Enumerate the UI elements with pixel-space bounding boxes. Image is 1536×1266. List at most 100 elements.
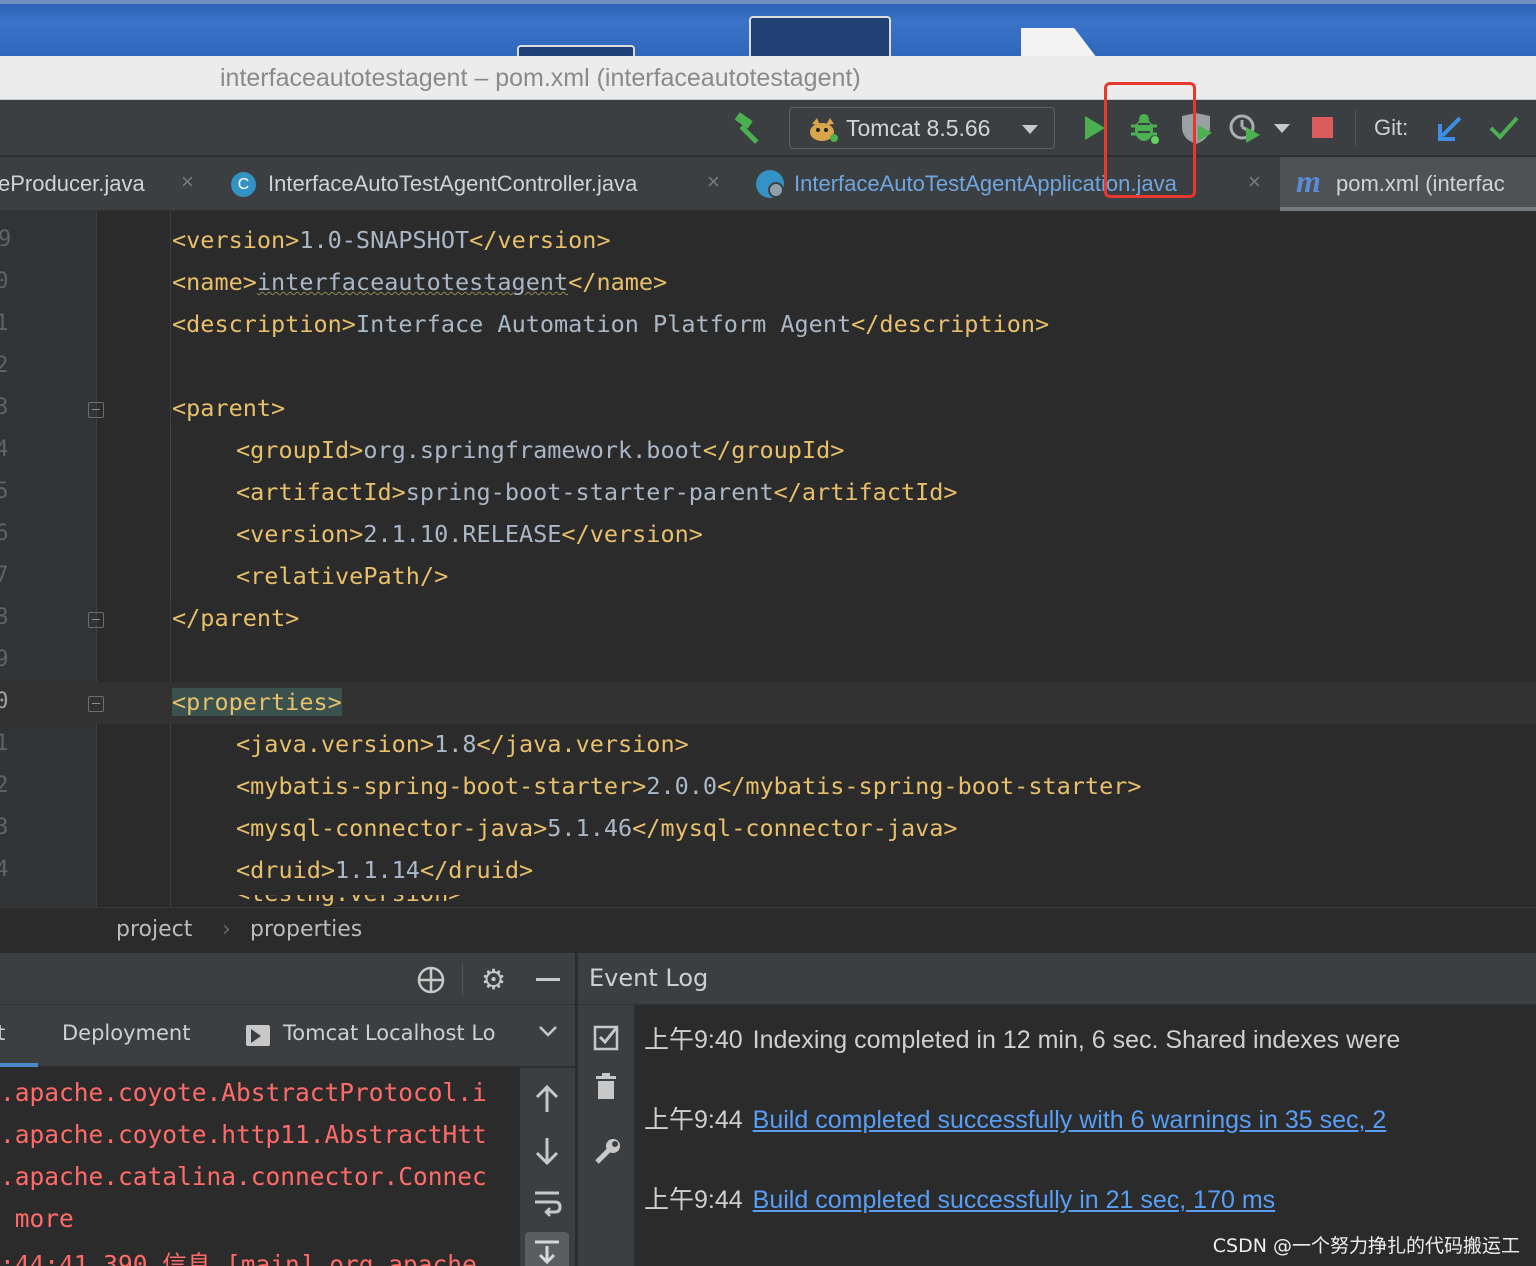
services-panel-header: ⚙: [0, 953, 575, 1005]
tab-output[interactable]: t: [0, 1021, 5, 1045]
xml-close-tag: </artifactId>: [773, 478, 958, 506]
tab-tomcat-localhost-log[interactable]: Tomcat Localhost Lo: [283, 1021, 496, 1045]
desktop-background: [0, 0, 1536, 56]
code-content: <java.version>1.8</java.version>: [236, 730, 689, 758]
xml-open-tag: <mybatis-spring-boot-starter>: [236, 772, 647, 800]
event-time: 上午9:40: [644, 1026, 743, 1054]
line-number: 21: [0, 731, 9, 756]
tab-controller[interactable]: C InterfaceAutoTestAgentController.java …: [215, 157, 741, 211]
code-editor[interactable]: 9 <version>1.0-SNAPSHOT</version> 10 <name>…: [0, 211, 1536, 907]
xml-text: Interface Automation Platform Agent: [355, 310, 852, 338]
minimize-icon[interactable]: [536, 978, 560, 981]
event-time: 上午9:44: [644, 1106, 743, 1134]
event-link[interactable]: Build completed successfully with 6 warn…: [753, 1106, 1387, 1134]
xml-close-tag: </name>: [568, 268, 668, 296]
fold-marker[interactable]: [88, 696, 104, 712]
xml-open-tag: <version>: [236, 520, 364, 548]
xml-close-tag: </groupId>: [702, 436, 845, 464]
hammer-icon[interactable]: [732, 112, 768, 150]
close-icon[interactable]: ×: [181, 169, 194, 195]
code-content: <relativePath/>: [236, 562, 448, 590]
spring-boot-icon: [756, 170, 784, 198]
line-number: 10: [0, 269, 9, 294]
gear-icon[interactable]: ⚙: [481, 963, 506, 996]
trash-icon[interactable]: [594, 1073, 618, 1105]
xml-open-tag: <artifactId>: [236, 478, 406, 506]
code-line: 19: [0, 640, 1536, 682]
xml-text: 1.1.14: [335, 856, 420, 884]
git-update-icon[interactable]: [1436, 114, 1466, 148]
line-number: 13: [0, 395, 9, 420]
arrow-down-icon[interactable]: [534, 1136, 560, 1170]
xml-open-tag: <mysql-connector-java>: [236, 814, 548, 842]
event-link[interactable]: Build completed successfully in 21 sec, …: [753, 1186, 1275, 1214]
code-line: 14 <groupId>org.springframework.boot</gro…: [0, 430, 1536, 472]
code-content: <version>1.0-SNAPSHOT</version>: [172, 226, 611, 254]
xml-open-tag: <properties>: [172, 688, 342, 716]
scroll-to-end-icon[interactable]: [525, 1232, 569, 1266]
fold-marker[interactable]: [88, 612, 104, 628]
chevron-down-icon: [1022, 125, 1038, 134]
xml-close-tag: </mybatis-spring-boot-starter>: [717, 772, 1142, 800]
xml-open-tag: <relativePath/>: [236, 562, 449, 590]
tab-deployment[interactable]: Deployment: [62, 1021, 190, 1045]
desktop-document-icon[interactable]: [1021, 28, 1097, 56]
event-message: Indexing completed in 12 min, 6 sec. Sha…: [752, 1026, 1401, 1054]
line-number: 18: [0, 605, 9, 630]
event-log-title: Event Log: [589, 964, 709, 992]
code-content: <mybatis-spring-boot-starter>2.0.0</myba…: [236, 772, 1142, 800]
xml-open-tag: <description>: [172, 310, 356, 338]
desktop-window-thumbnail[interactable]: [517, 45, 635, 56]
close-icon[interactable]: ×: [707, 169, 720, 195]
tab-eproducer[interactable]: eProducer.java ×: [0, 157, 214, 211]
xml-close-tag: </description>: [851, 310, 1050, 338]
line-number: 9: [0, 227, 12, 252]
code-line: 15 <artifactId>spring-boot-starter-parent…: [0, 472, 1536, 514]
desktop-window-thumbnail[interactable]: [749, 16, 891, 56]
mark-all-read-icon[interactable]: [593, 1023, 621, 1055]
stop-icon[interactable]: [1312, 117, 1333, 138]
profile-icon[interactable]: [1228, 113, 1262, 149]
crosshair-icon[interactable]: [416, 965, 446, 999]
xml-text: 1.8: [434, 730, 477, 758]
code-content: <description>Interface Automation Platfo…: [172, 310, 1049, 338]
window-title: interfaceautotestagent – pom.xml (interf…: [220, 64, 861, 92]
annotation-highlight-box: [1104, 82, 1196, 198]
line-number: 16: [0, 521, 9, 546]
code-line: 23 <mysql-connector-java>5.1.46</mysql-co…: [0, 808, 1536, 850]
git-commit-icon[interactable]: [1488, 114, 1520, 146]
code-line: 18 </parent>: [0, 598, 1536, 640]
line-number: 11: [0, 311, 9, 336]
breadcrumb-item-project[interactable]: project: [116, 917, 192, 942]
chevron-down-icon[interactable]: [1274, 124, 1290, 133]
code-content: <name>interfaceautotestagent</name>: [172, 268, 667, 296]
code-line: 9 <version>1.0-SNAPSHOT</version>: [0, 220, 1536, 262]
breadcrumb-separator: ›: [222, 917, 231, 942]
close-icon[interactable]: ×: [1248, 169, 1261, 195]
xml-text: 2.1.10.RELEASE: [363, 520, 562, 548]
event-log-entry: 上午9:40 Indexing completed in 12 min, 6 se…: [644, 1020, 1400, 1056]
fold-marker[interactable]: [88, 402, 104, 418]
xml-open-tag: <version>: [172, 226, 300, 254]
desktop-topline: [0, 0, 1536, 4]
tab-label: InterfaceAutoTestAgentController.java: [268, 171, 638, 196]
services-tab-bar: t Deployment Tomcat Localhost Lo: [0, 1005, 575, 1067]
tab-pom-xml[interactable]: m pom.xml (interfac: [1280, 157, 1536, 211]
run-configuration-selector[interactable]: Tomcat 8.5.66: [789, 107, 1055, 149]
event-log-entry: 上午9:44 Build completed successfully with …: [644, 1100, 1386, 1136]
code-line: 21 <java.version>1.8</java.version>: [0, 724, 1536, 766]
xml-open-tag: <groupId>: [236, 436, 364, 464]
tab-application[interactable]: InterfaceAutoTestAgentApplication.java ×: [742, 157, 1278, 211]
code-line: 17 <relativePath/>: [0, 556, 1536, 598]
breadcrumb-item-properties[interactable]: properties: [250, 917, 362, 942]
console-line: more: [0, 1204, 74, 1233]
line-number: 22: [0, 773, 9, 798]
main-toolbar: Tomcat 8.5.66 Git:: [0, 100, 1536, 156]
console-output[interactable]: .apache.coyote.AbstractProtocol.i .apach…: [0, 1068, 520, 1266]
chevron-down-icon[interactable]: [538, 1023, 558, 1043]
arrow-up-icon[interactable]: [534, 1084, 560, 1118]
line-number: 15: [0, 479, 9, 504]
xml-close-tag: </version>: [469, 226, 611, 254]
settings-wrench-icon[interactable]: [592, 1137, 622, 1171]
soft-wrap-icon[interactable]: [533, 1188, 563, 1222]
